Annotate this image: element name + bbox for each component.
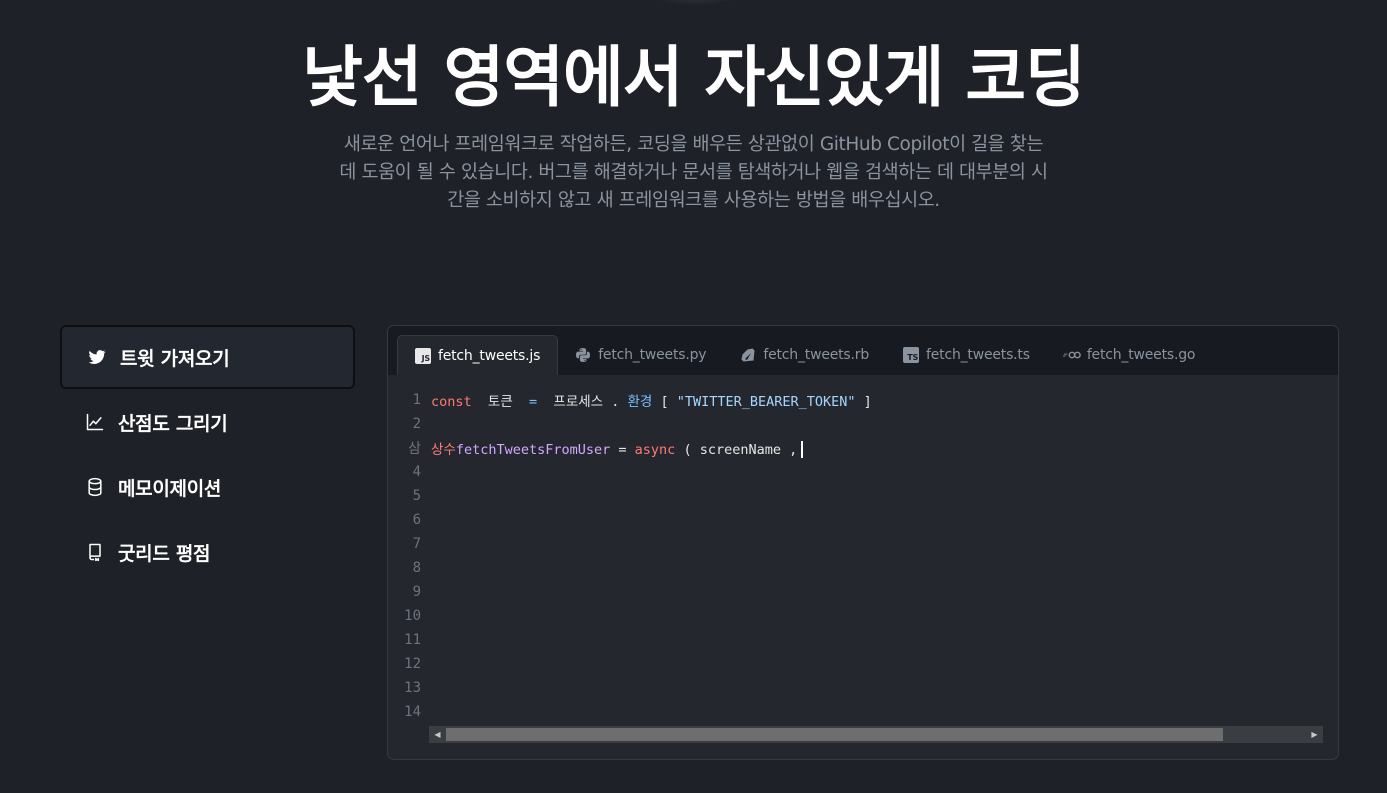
sidebar-item-label: 메모이제이션 [118, 477, 222, 500]
tab-fetch-tweets-rb[interactable]: fetch_tweets.rb [723, 335, 886, 375]
code-token: ] [855, 394, 872, 410]
line-number: 5 [412, 488, 421, 504]
line-number: 7 [412, 536, 421, 552]
sidebar-item-label: 굿리드 평점 [118, 542, 211, 565]
tab-fetch-tweets-go[interactable]: fetch_tweets.go [1047, 335, 1212, 375]
code-line: 12 [388, 652, 1338, 676]
tab-fetch-tweets-ts[interactable]: TS fetch_tweets.ts [886, 335, 1047, 375]
sidebar-item-scatter-plot[interactable]: 산점도 그리기 [60, 390, 355, 454]
horizontal-scrollbar[interactable]: ◀ ▶ [429, 726, 1323, 743]
example-sidebar: 트윗 가져오기 산점도 그리기 메모이제이션 굿리드 평점 [60, 325, 355, 585]
code-line: 13 [388, 676, 1338, 700]
line-number: 12 [404, 656, 421, 672]
scroll-left-icon[interactable]: ◀ [429, 726, 446, 743]
code-line: 14 [388, 700, 1338, 724]
twitter-icon [86, 346, 108, 368]
code-text: const 토큰 = 프로세스 . 환경 [ "TWITTER_BEARER_T… [421, 390, 872, 410]
code-line: 2 [388, 412, 1338, 436]
typescript-icon: TS [902, 346, 920, 364]
line-number: 4 [412, 464, 421, 480]
tab-label: fetch_tweets.rb [763, 347, 870, 363]
code-line: 11 [388, 628, 1338, 652]
code-token: const [431, 394, 472, 410]
code-token: = [610, 441, 635, 458]
sidebar-item-label: 산점도 그리기 [118, 412, 228, 435]
line-number: 1 [412, 392, 421, 408]
line-number: 13 [404, 680, 421, 696]
tab-label: fetch_tweets.ts [926, 347, 1030, 363]
code-line: 9 [388, 580, 1338, 604]
line-number: 14 [404, 704, 421, 720]
sidebar-item-label: 트윗 가져오기 [120, 347, 230, 370]
text-cursor [801, 441, 804, 459]
code-line: 10 [388, 604, 1338, 628]
tab-fetch-tweets-js[interactable]: JS fetch_tweets.js [397, 335, 559, 375]
scrollbar-track[interactable] [446, 726, 1306, 743]
page-title: 낯선 영역에서 자신있게 코딩 [302, 39, 1086, 116]
code-token: = [529, 394, 538, 410]
sidebar-item-goodreads-rating[interactable]: 굿리드 평점 [60, 520, 355, 584]
line-number: 2 [412, 416, 421, 432]
tab-label: fetch_tweets.py [598, 347, 707, 363]
chart-line-icon [84, 411, 106, 433]
code-line: 1 const 토큰 = 프로세스 . 환경 [ "TWITTER_BEARER_… [388, 388, 1338, 412]
code-token: async [634, 441, 676, 458]
code-line: 8 [388, 556, 1338, 580]
line-number: 삼 [408, 441, 421, 457]
line-number: 6 [412, 512, 421, 528]
code-line: 7 [388, 532, 1338, 556]
sidebar-item-memoization[interactable]: 메모이제이션 [60, 455, 355, 519]
scrollbar-thumb[interactable] [446, 728, 1223, 741]
code-token: "TWITTER_BEARER_TOKEN" [676, 394, 856, 410]
line-number: 8 [412, 560, 421, 576]
ruby-icon [739, 346, 757, 364]
line-number: 10 [404, 608, 421, 624]
line-number: 9 [412, 584, 421, 600]
tab-fetch-tweets-py[interactable]: fetch_tweets.py [558, 335, 723, 375]
page-description: 새로운 언어나 프레임워크로 작업하든, 코딩을 배우든 상관없이 GitHub… [339, 134, 1048, 211]
line-number: 11 [404, 632, 421, 648]
book-icon [84, 541, 106, 563]
sidebar-item-fetch-tweets[interactable]: 트윗 가져오기 [60, 325, 355, 389]
editor-tab-bar: JS fetch_tweets.js fetch_tweets.py fetch… [388, 326, 1338, 375]
tab-label: fetch_tweets.go [1086, 347, 1196, 363]
scroll-right-icon[interactable]: ▶ [1306, 726, 1323, 743]
code-editor: JS fetch_tweets.js fetch_tweets.py fetch… [387, 325, 1339, 760]
code-area[interactable]: 1 const 토큰 = 프로세스 . 환경 [ "TWITTER_BEARER_… [388, 388, 1338, 724]
top-glow [640, 0, 750, 6]
go-icon [1062, 346, 1081, 364]
code-line: 4 [388, 460, 1338, 484]
code-token: fetchTweetsFromUser [455, 441, 611, 458]
python-icon [574, 346, 592, 364]
code-line: 5 [388, 484, 1338, 508]
code-token: 프로세스 . [537, 394, 628, 410]
code-line: 6 [388, 508, 1338, 532]
javascript-icon: JS [414, 347, 432, 365]
code-token: ( screenName , [675, 441, 798, 458]
code-line: 삼 상수fetchTweetsFromUser = async ( screenN… [388, 436, 1338, 460]
database-icon [84, 476, 106, 498]
code-text: 상수fetchTweetsFromUser = async ( screenNa… [421, 438, 804, 459]
code-token: [ [652, 394, 677, 410]
code-token: 환경 [627, 394, 653, 410]
code-token: 상수 [431, 441, 456, 458]
code-token: 토큰 [471, 394, 529, 410]
tab-label: fetch_tweets.js [438, 347, 541, 364]
